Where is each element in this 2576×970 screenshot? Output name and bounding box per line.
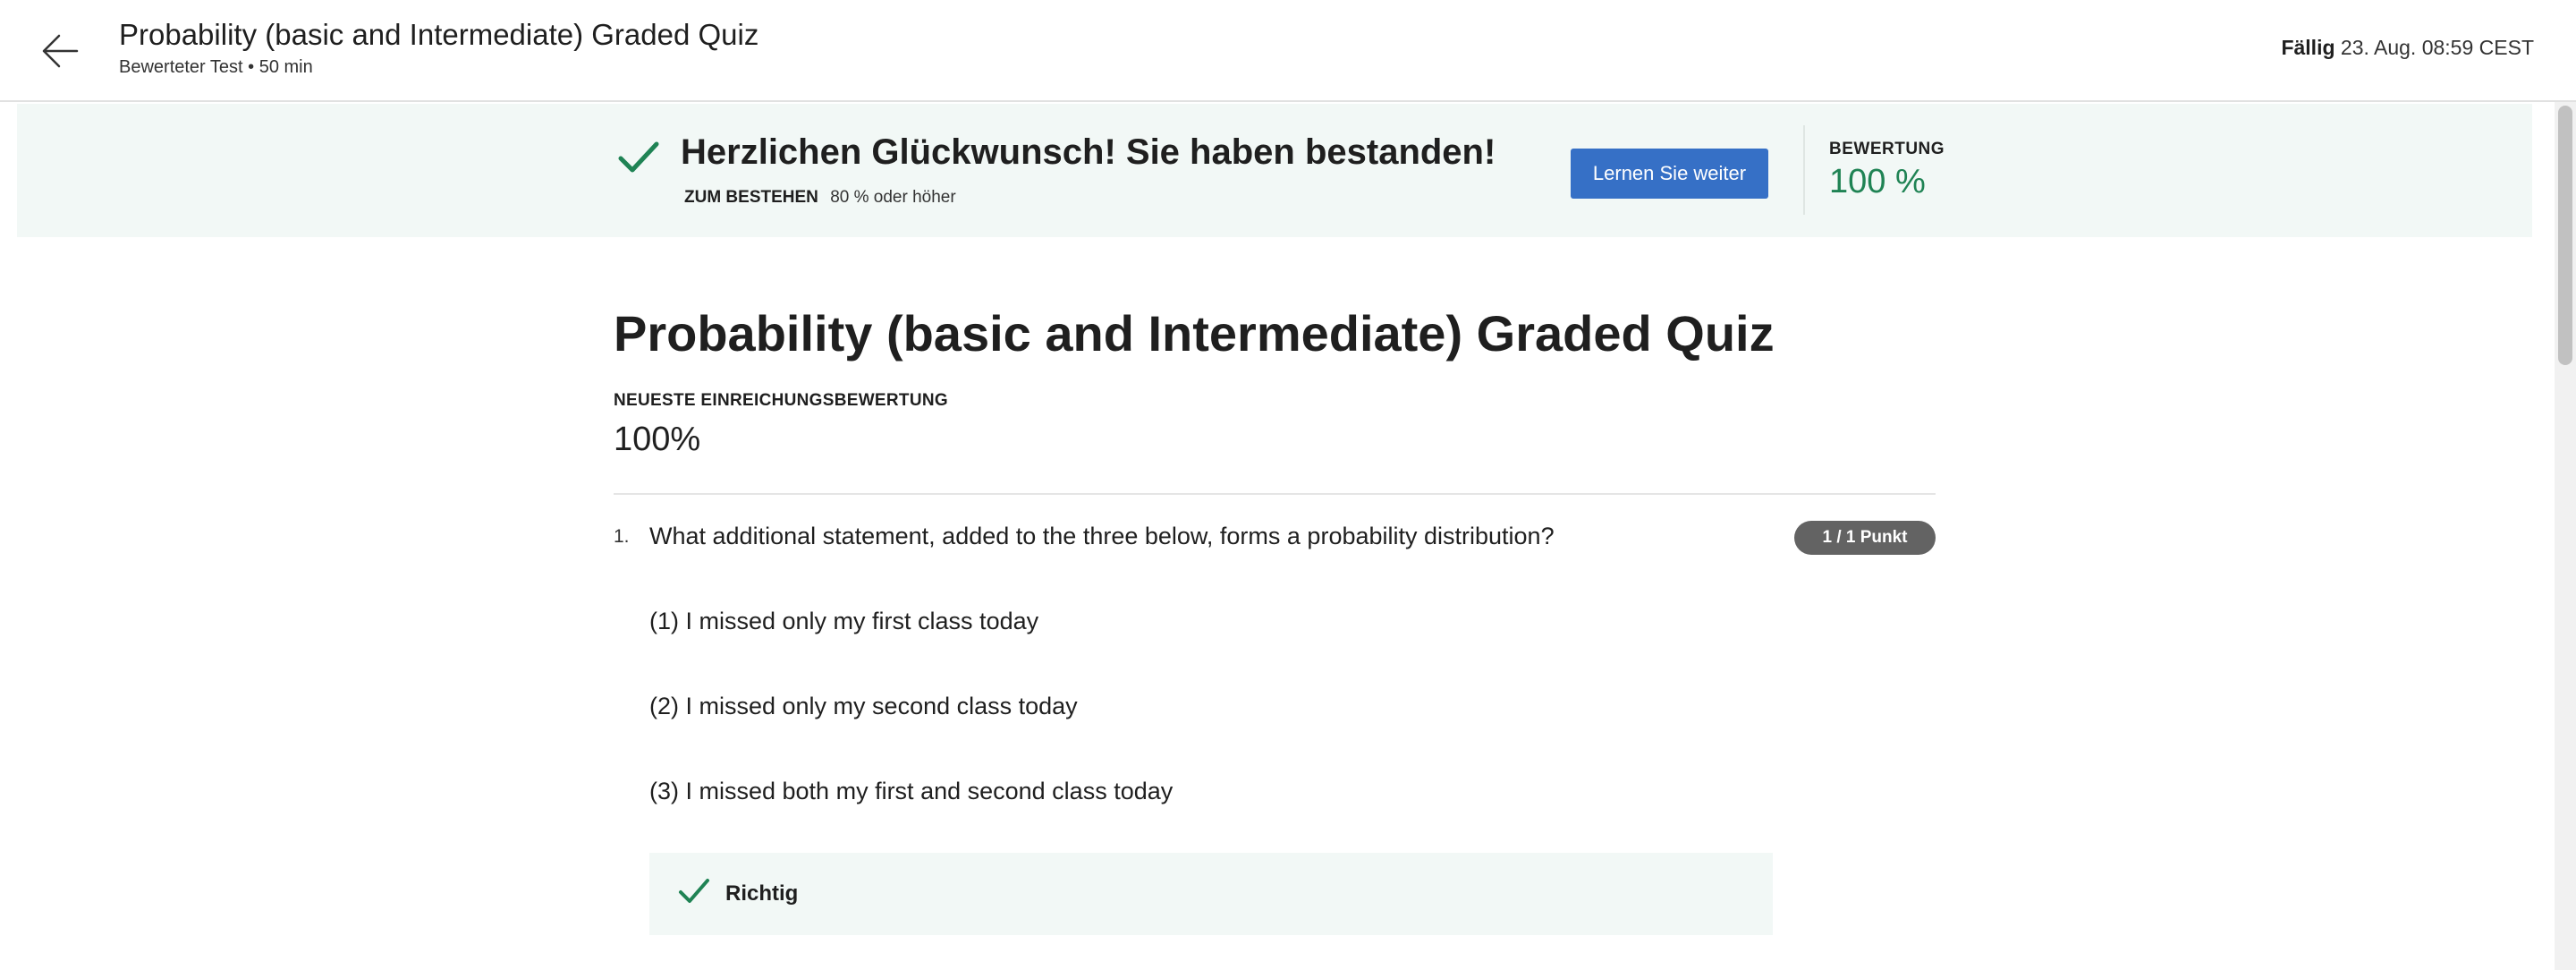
continue-learning-button[interactable]: Lernen Sie weiter	[1571, 149, 1768, 199]
header-title: Probability (basic and Intermediate) Gra…	[119, 18, 759, 51]
question-number: 1.	[614, 526, 630, 547]
feedback-box	[649, 853, 1773, 935]
grade-value: 100 %	[1829, 163, 1926, 200]
check-icon	[679, 879, 709, 903]
statement-item: (3) I missed both my first and second cl…	[649, 778, 1174, 804]
due-label: Fällig	[2281, 36, 2335, 59]
quiz-title: Probability (basic and Intermediate) Gra…	[614, 305, 1775, 362]
scrollbar-thumb[interactable]	[2558, 106, 2572, 365]
grade-label: BEWERTUNG	[1829, 140, 1945, 158]
pass-value: 80 % oder höher	[830, 188, 956, 207]
latest-submission-label: NEUESTE EINREICHUNGSBEWERTUNG	[614, 391, 948, 410]
points-badge: 1 / 1 Punkt	[1794, 521, 1936, 555]
due-date: Fällig 23. Aug. 08:59 CEST	[2281, 36, 2534, 60]
statement-item: (2) I missed only my second class today	[649, 693, 1078, 719]
due-value: 23. Aug. 08:59 CEST	[2340, 36, 2534, 59]
arrow-left-icon	[42, 34, 79, 68]
header-subtitle: Bewerteter Test • 50 min	[119, 57, 313, 77]
statement-item: (1) I missed only my first class today	[649, 608, 1039, 634]
page-header: Probability (basic and Intermediate) Gra…	[0, 0, 2576, 102]
banner-divider	[1803, 125, 1805, 215]
banner-title: Herzlichen Glückwunsch! Sie haben bestan…	[681, 132, 1496, 172]
divider	[614, 493, 1936, 495]
feedback-text: Richtig	[725, 881, 799, 906]
question-text: What additional statement, added to the …	[649, 523, 1555, 549]
check-icon	[618, 141, 659, 173]
back-button[interactable]	[36, 27, 84, 75]
pass-label: ZUM BESTEHEN	[684, 188, 818, 207]
scrollbar[interactable]	[2555, 102, 2576, 970]
latest-submission-value: 100%	[614, 421, 701, 458]
pass-requirement: ZUM BESTEHEN 80 % oder höher	[684, 188, 956, 208]
